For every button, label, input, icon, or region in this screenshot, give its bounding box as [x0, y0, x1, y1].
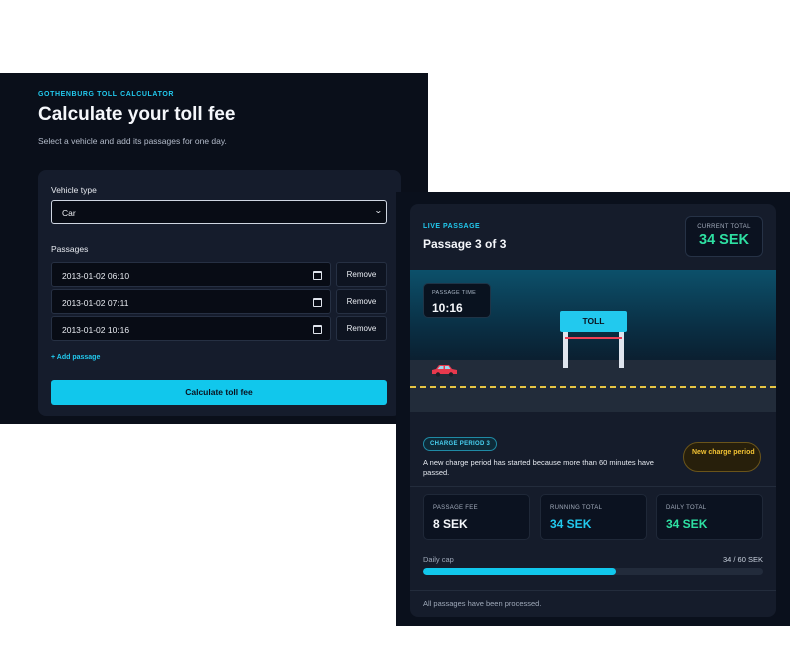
- chevron-down-icon: ⌄: [374, 206, 384, 215]
- stat-label: DAILY TOTAL: [666, 505, 707, 511]
- passages-label: Passages: [51, 244, 89, 254]
- charge-period-description: A new charge period has started because …: [423, 458, 654, 477]
- toll-gate-icon: TOLL: [560, 311, 627, 368]
- passage-datetime-input[interactable]: 2013-01-02 10:16: [51, 316, 331, 341]
- passage-row: 2013-01-02 07:11 Remove: [51, 289, 387, 314]
- current-total-label: CURRENT TOTAL: [697, 224, 751, 230]
- daily-cap-label: Daily cap: [423, 555, 454, 564]
- vehicle-type-label: Vehicle type: [51, 185, 97, 195]
- new-charge-period-badge: New charge period: [683, 442, 761, 472]
- current-total-box: CURRENT TOTAL 34 SEK: [685, 216, 763, 257]
- vehicle-type-select[interactable]: Car ⌄: [51, 200, 387, 224]
- remove-passage-button[interactable]: Remove: [336, 262, 387, 287]
- passage-datetime-value: 2013-01-02 07:11: [62, 298, 129, 308]
- daily-total-card: DAILY TOTAL 34 SEK: [656, 494, 763, 540]
- toll-barrier: [565, 337, 622, 339]
- passage-datetime-input[interactable]: 2013-01-02 06:10: [51, 262, 331, 287]
- calendar-icon[interactable]: [313, 271, 322, 280]
- stat-label: PASSAGE FEE: [433, 505, 478, 511]
- toll-form: Vehicle type Car ⌄ Passages 2013-01-02 0…: [38, 170, 401, 416]
- live-passage-panel: LIVE PASSAGE Passage 3 of 3 CURRENT TOTA…: [410, 204, 776, 617]
- divider: [410, 590, 776, 591]
- car-icon: [432, 365, 457, 377]
- vehicle-type-value: Car: [62, 208, 76, 218]
- daily-cap-progress: [423, 568, 763, 575]
- passage-time-label: PASSAGE TIME: [432, 290, 477, 296]
- passage-datetime-input[interactable]: 2013-01-02 07:11: [51, 289, 331, 314]
- charge-period-chip: CHARGE PERIOD 3: [423, 437, 498, 451]
- remove-passage-button[interactable]: Remove: [336, 316, 387, 341]
- passage-row: 2013-01-02 10:16 Remove: [51, 316, 387, 341]
- divider: [410, 486, 776, 487]
- page-subtitle: Select a vehicle and add its passages fo…: [38, 136, 227, 146]
- stat-label: RUNNING TOTAL: [550, 505, 603, 511]
- daily-cap-value: 34 / 60 SEK: [722, 555, 763, 564]
- current-total-value: 34 SEK: [699, 232, 749, 248]
- stat-value: 34 SEK: [550, 517, 592, 531]
- stat-value: 34 SEK: [666, 517, 708, 531]
- daily-cap-progress-fill: [423, 568, 616, 575]
- stat-value: 8 SEK: [433, 517, 468, 531]
- passage-datetime-value: 2013-01-02 06:10: [62, 271, 130, 281]
- passage-time-value: 10:16: [432, 301, 463, 315]
- calendar-icon[interactable]: [313, 325, 322, 334]
- running-total-card: RUNNING TOTAL 34 SEK: [540, 494, 647, 540]
- passage-counter-title: Passage 3 of 3: [423, 237, 507, 251]
- passage-fee-card: PASSAGE FEE 8 SEK: [423, 494, 530, 540]
- toll-sign: TOLL: [560, 311, 627, 332]
- live-passage-eyebrow: LIVE PASSAGE: [423, 223, 481, 230]
- calendar-icon[interactable]: [313, 298, 322, 307]
- passage-time-box: PASSAGE TIME 10:16: [423, 283, 491, 318]
- remove-passage-button[interactable]: Remove: [336, 289, 387, 314]
- live-passage-window: LIVE PASSAGE Passage 3 of 3 CURRENT TOTA…: [396, 192, 790, 626]
- passage-row: 2013-01-02 06:10 Remove: [51, 262, 387, 287]
- status-message: All passages have been processed.: [423, 599, 542, 608]
- page-title: Calculate your toll fee: [38, 104, 236, 125]
- add-passage-link[interactable]: + Add passage: [51, 354, 100, 361]
- lane-marking: [410, 386, 776, 388]
- app-eyebrow: GOTHENBURG TOLL CALCULATOR: [38, 91, 175, 98]
- calculate-toll-fee-button[interactable]: Calculate toll fee: [51, 380, 387, 405]
- toll-calculator-window: GOTHENBURG TOLL CALCULATOR Calculate you…: [0, 73, 428, 424]
- passage-datetime-value: 2013-01-02 10:16: [62, 325, 130, 335]
- toll-scene: PASSAGE TIME 10:16 TOLL: [410, 270, 776, 412]
